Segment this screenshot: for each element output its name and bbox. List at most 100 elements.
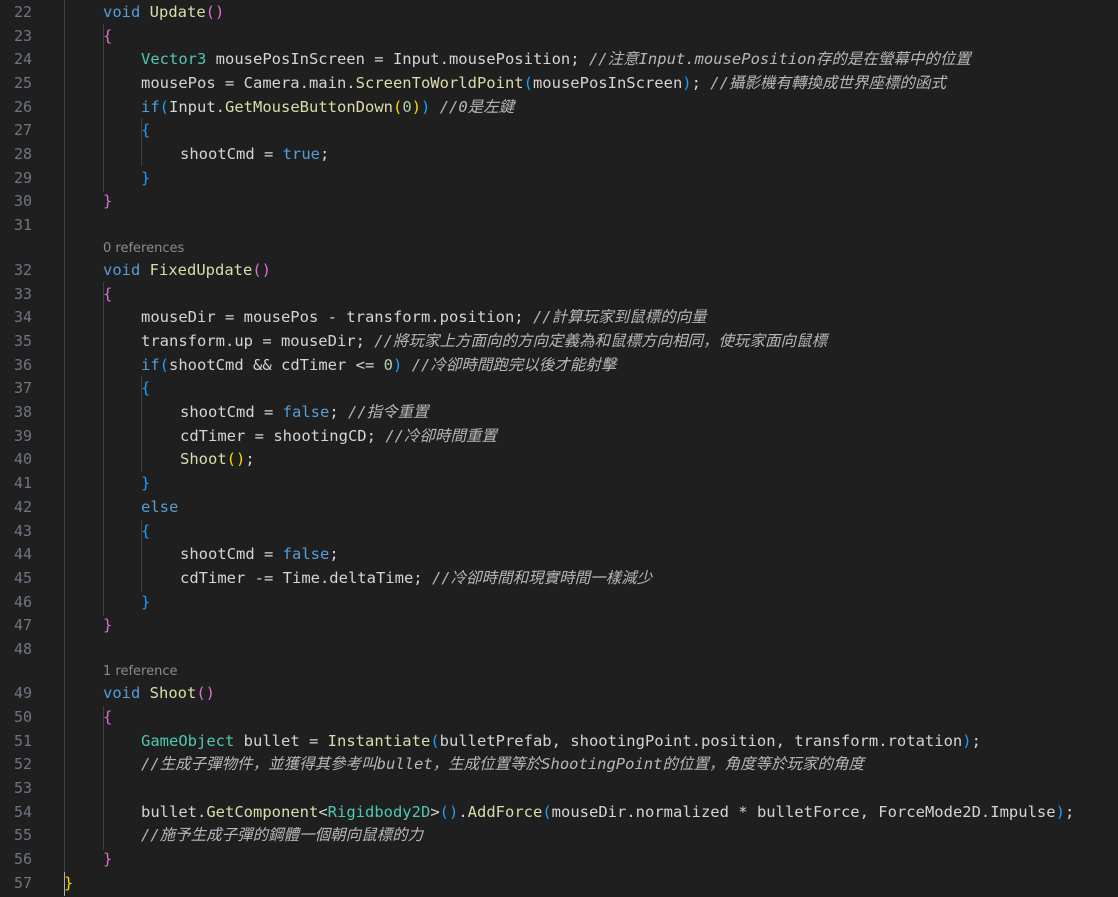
code-token: if: [141, 98, 160, 116]
code-text: shootCmd = false; //指令重置: [180, 400, 429, 424]
code-token: //生成子彈物件，並獲得其參考叫bullet，生成位置等於ShootingPoi…: [141, 755, 864, 773]
code-token: >: [430, 803, 440, 821]
code-line[interactable]: 31: [0, 213, 1118, 237]
code-line[interactable]: 48: [0, 637, 1118, 661]
code-token: shootCmd =: [180, 145, 283, 163]
code-text: void Update(): [103, 0, 224, 24]
code-token: ): [411, 98, 422, 116]
line-number: 38: [13, 403, 32, 421]
line-number: 40: [13, 450, 32, 468]
code-token: (): [252, 261, 271, 279]
code-line[interactable]: 56}: [0, 847, 1118, 871]
code-text: }: [103, 613, 112, 637]
line-number: 49: [13, 684, 32, 702]
code-line[interactable]: 23 {: [0, 24, 1118, 48]
code-line[interactable]: 30}: [0, 189, 1118, 213]
code-token: //注意Input.mousePosition存的是在螢幕中的位置: [588, 50, 971, 68]
code-token: //施予生成子彈的鋼體一個朝向鼠標的力: [141, 826, 424, 844]
code-token: transform.up = mouseDir;: [141, 332, 375, 350]
code-token: ;: [245, 450, 255, 468]
code-line[interactable]: 38 shootCmd = false; //指令重置: [0, 400, 1118, 424]
code-line[interactable]: 24 Vector3 mousePosInScreen = Input.mouse…: [0, 47, 1118, 71]
code-line[interactable]: 47}: [0, 613, 1118, 637]
code-token: ): [682, 74, 692, 92]
code-lens-references[interactable]: 0 references: [103, 241, 184, 257]
code-line[interactable]: 39 cdTimer = shootingCD; //冷卻時間重置: [0, 424, 1118, 448]
code-token: Shoot: [180, 450, 227, 468]
code-line[interactable]: 32 void FixedUpdate(): [0, 258, 1118, 282]
code-token: false: [282, 403, 330, 421]
code-text: Vector3 mousePosInScreen = Input.mousePo…: [141, 47, 971, 71]
code-line[interactable]: 33 {: [0, 282, 1118, 306]
line-number: 43: [13, 522, 32, 540]
code-line[interactable]: 34 mouseDir = mousePos - transform.positi…: [0, 305, 1118, 329]
code-token: mouseDir.normalized * bulletForce, Force…: [551, 803, 1056, 821]
code-token: GetMouseButtonDown: [225, 98, 393, 116]
code-line[interactable]: 49 void Shoot(): [0, 681, 1118, 705]
code-line[interactable]: 44 shootCmd = false;: [0, 542, 1118, 566]
code-line[interactable]: 45 cdTimer -= Time.deltaTime; //冷卻時間和現實時間…: [0, 566, 1118, 590]
code-token: cdTimer -= Time.deltaTime;: [180, 569, 432, 587]
code-line[interactable]: 37 {: [0, 376, 1118, 400]
code-token: void: [103, 261, 141, 279]
code-line[interactable]: 43 {: [0, 519, 1118, 543]
code-token: else: [141, 498, 179, 516]
code-token: AddForce: [467, 803, 543, 821]
code-line[interactable]: 28 shootCmd = true;: [0, 142, 1118, 166]
code-token: //攝影機有轉換成世界座標的函式: [710, 74, 946, 92]
code-text: mousePos = Camera.main.ScreenToWorldPoin…: [141, 71, 946, 95]
code-line[interactable]: 55 //施予生成子彈的鋼體一個朝向鼠標的力: [0, 823, 1118, 847]
code-token: }: [64, 874, 74, 892]
code-text: //生成子彈物件，並獲得其參考叫bullet，生成位置等於ShootingPoi…: [141, 752, 864, 776]
code-token: (): [439, 803, 459, 821]
code-token: mousePosInScreen = Input.mousePosition;: [206, 50, 589, 68]
code-token: bulletPrefab, shootingPoint.position, tr…: [439, 732, 963, 750]
code-line[interactable]: 57}: [0, 871, 1118, 895]
code-line[interactable]: 51 GameObject bullet = Instantiate(bullet…: [0, 729, 1118, 753]
code-token: {: [141, 121, 151, 139]
code-line[interactable]: 54 bullet.GetComponent<Rigidbody2D>().Add…: [0, 800, 1118, 824]
line-number: 34: [13, 308, 32, 326]
code-token: (: [542, 803, 552, 821]
code-text: }: [141, 471, 150, 495]
line-number: 44: [13, 545, 32, 563]
code-token: Input.: [169, 98, 226, 116]
code-line[interactable]: 36 if(shootCmd && cdTimer <= 0) //冷卻時間跑完以…: [0, 353, 1118, 377]
line-number: 24: [13, 50, 32, 68]
line-number: 52: [13, 755, 32, 773]
line-number: 51: [13, 732, 32, 750]
code-line[interactable]: 29}: [0, 166, 1118, 190]
code-token: GetComponent: [206, 803, 319, 821]
code-token: }: [141, 593, 151, 611]
code-token: void: [103, 3, 141, 21]
code-line[interactable]: 52 //生成子彈物件，並獲得其參考叫bullet，生成位置等於ShootingP…: [0, 752, 1118, 776]
code-line[interactable]: 46}: [0, 590, 1118, 614]
code-line[interactable]: 50 {: [0, 705, 1118, 729]
code-line[interactable]: 22 void Update(): [0, 0, 1118, 24]
code-line[interactable]: 42 else: [0, 495, 1118, 519]
code-line[interactable]: 27 {: [0, 118, 1118, 142]
code-token: ;: [1064, 803, 1075, 821]
code-lens-references[interactable]: 1 reference: [103, 664, 177, 680]
code-line[interactable]: 26 if(Input.GetMouseButtonDown(0)) //0是左鍵: [0, 95, 1118, 119]
code-token: {: [103, 285, 113, 303]
code-text: bullet.GetComponent<Rigidbody2D>().AddFo…: [141, 800, 1074, 824]
line-number: 54: [13, 803, 32, 821]
code-line[interactable]: 53: [0, 776, 1118, 800]
code-text: Shoot();: [180, 447, 255, 471]
code-token: false: [282, 545, 330, 563]
code-line[interactable]: 41}: [0, 471, 1118, 495]
code-text: {: [141, 118, 150, 142]
code-token: FixedUpdate: [149, 261, 253, 279]
code-line[interactable]: 35 transform.up = mouseDir; //將玩家上方面向的方向定…: [0, 329, 1118, 353]
code-editor[interactable]: 0 references 1 reference 22 void Update()…: [0, 0, 1118, 897]
code-token: cdTimer = shootingCD;: [180, 427, 386, 445]
code-token: //0是左鍵: [439, 98, 515, 116]
code-token: shootCmd =: [180, 545, 283, 563]
code-line[interactable]: 40 Shoot();: [0, 447, 1118, 471]
code-line[interactable]: 25 mousePos = Camera.main.ScreenToWorldPo…: [0, 71, 1118, 95]
line-number: 31: [13, 216, 32, 234]
code-token: mousePos = Camera.main.: [141, 74, 356, 92]
